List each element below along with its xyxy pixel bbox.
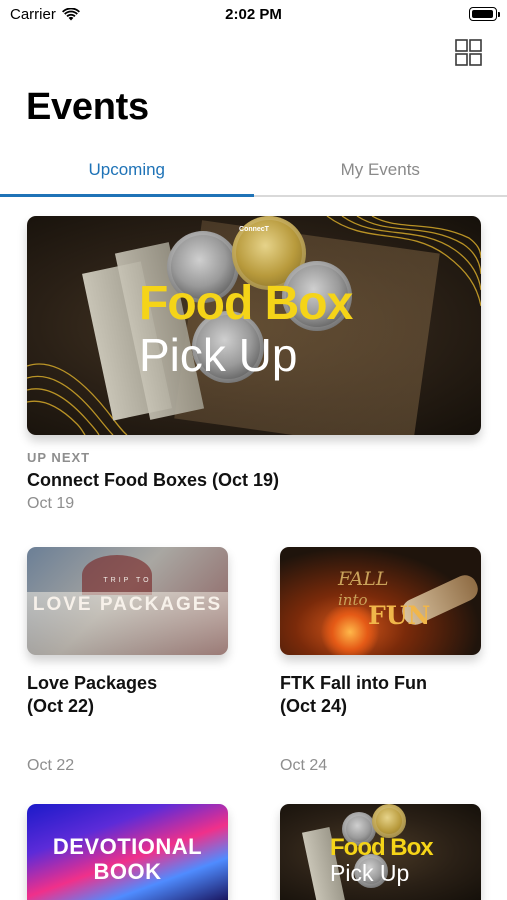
art-subtitle: Pick Up	[139, 329, 298, 381]
grid-view-button[interactable]	[455, 39, 482, 66]
event-title-fall-into-fun[interactable]: FTK Fall into Fun (Oct 24)	[280, 672, 490, 718]
event-image-fall-into-fun[interactable]: FALL into FUN	[280, 547, 481, 655]
featured-event-title[interactable]: Connect Food Boxes (Oct 19)	[27, 470, 279, 491]
tab-bar: Upcoming My Events	[0, 150, 507, 197]
can	[372, 804, 406, 838]
event-date-love-packages: Oct 22	[27, 757, 75, 774]
event-image-devotional-book[interactable]: DEVOTIONAL BOOK	[27, 804, 228, 900]
art-line-fall: FALL	[338, 568, 389, 590]
featured-event-date: Oct 19	[27, 495, 75, 512]
art-line-fun: FUN	[368, 601, 431, 630]
event-date-fall-into-fun: Oct 24	[280, 757, 328, 774]
art-title: Food Box	[139, 277, 353, 330]
clock: 2:02 PM	[225, 6, 282, 23]
featured-event-image[interactable]: ConnecT Food Box Pick Up	[27, 216, 481, 435]
art-title: LOVE PACKAGES	[32, 594, 223, 615]
event-title-love-packages[interactable]: Love Packages (Oct 22)	[27, 672, 237, 718]
art-line-book: BOOK	[93, 859, 162, 884]
art-title: Food Box	[330, 834, 434, 861]
status-bar: Carrier 2:02 PM	[0, 0, 507, 30]
art-title: DEVOTIONAL BOOK	[27, 834, 228, 884]
connect-logo: ConnecT	[239, 226, 269, 233]
page-title: Events	[26, 86, 149, 128]
art-kicker: TRIP TO	[103, 577, 152, 584]
art-line-devotional: DEVOTIONAL	[52, 834, 203, 859]
art-subtitle: Pick Up	[330, 860, 410, 886]
tab-my-events[interactable]: My Events	[254, 150, 507, 195]
up-next-label: UP NEXT	[27, 450, 91, 465]
art-line-into: into	[338, 591, 368, 609]
person-silhouette	[82, 555, 152, 595]
battery-icon	[469, 7, 500, 21]
tab-upcoming[interactable]: Upcoming	[0, 150, 254, 197]
event-image-food-box[interactable]: Food Box Pick Up	[280, 804, 481, 900]
event-image-love-packages[interactable]: TRIP TO LOVE PACKAGES	[27, 547, 228, 655]
grid-view-icon	[455, 39, 482, 66]
